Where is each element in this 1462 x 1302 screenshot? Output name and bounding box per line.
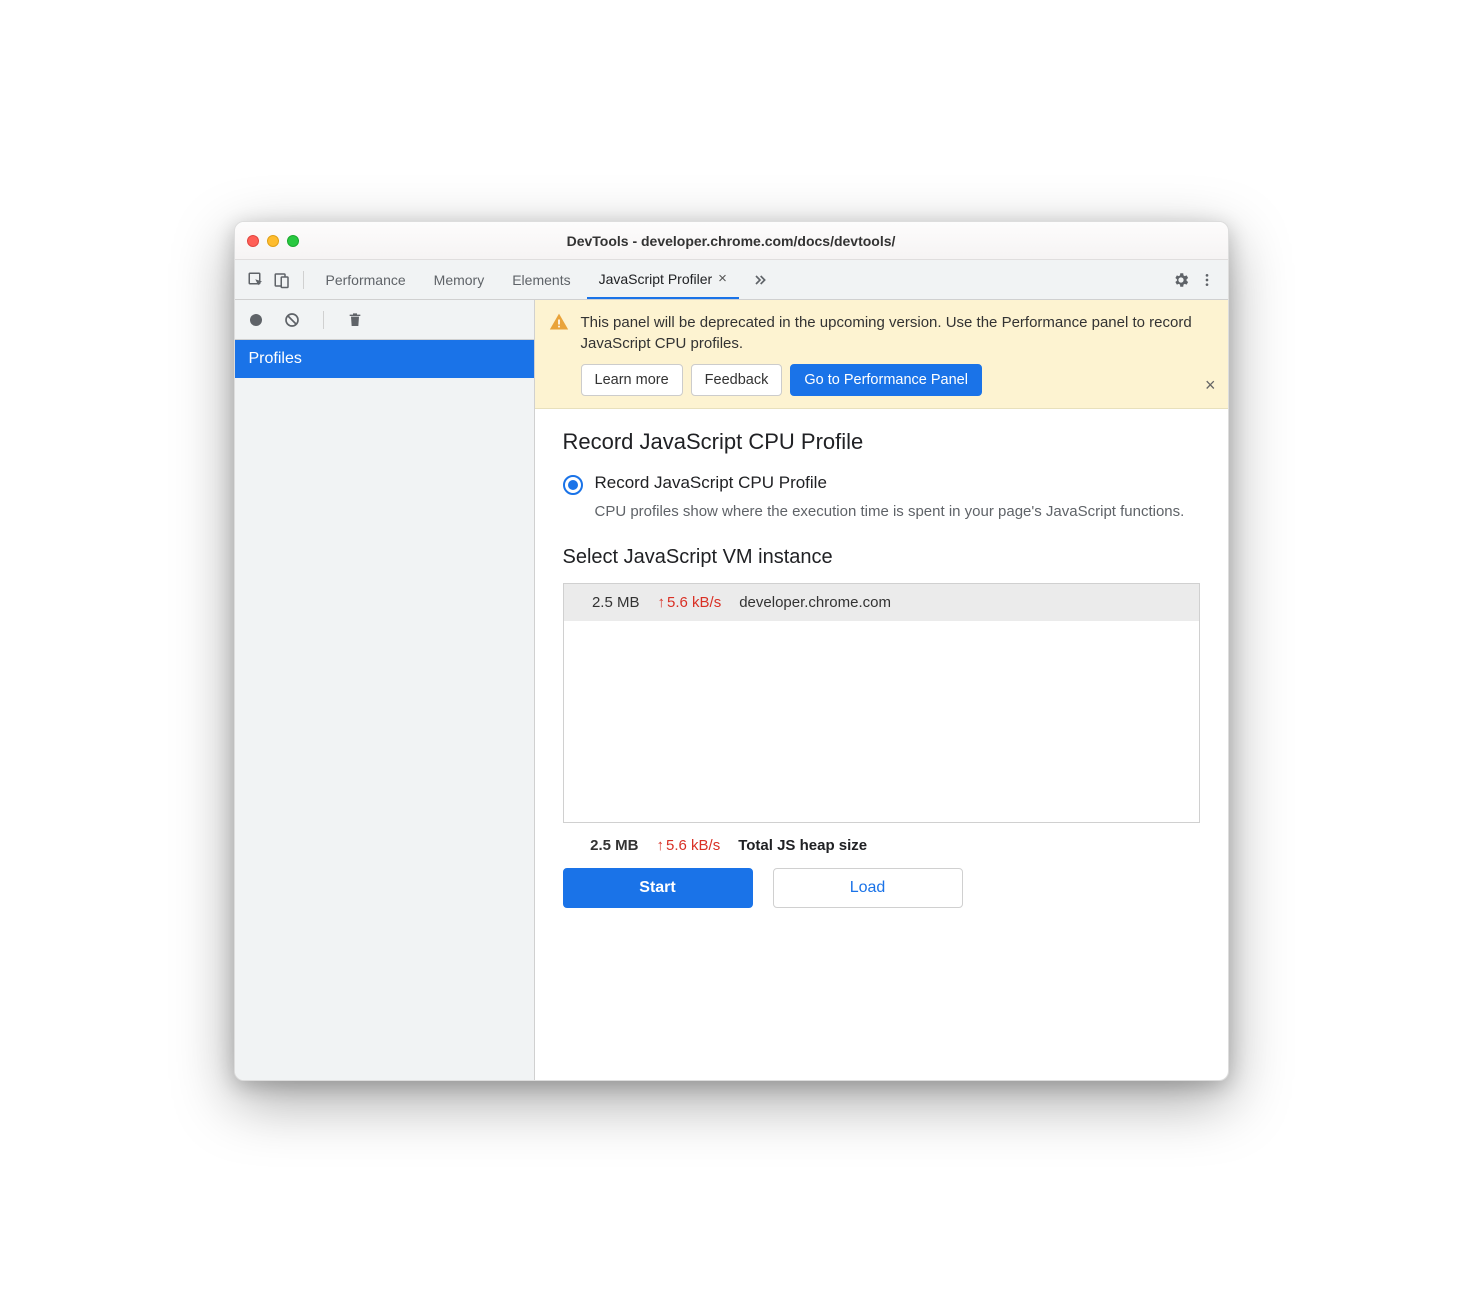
tabbar: Performance Memory Elements JavaScript P…	[235, 260, 1228, 300]
inspect-element-icon[interactable]	[245, 269, 267, 291]
total-label: Total JS heap size	[738, 837, 867, 854]
sidebar-item-profiles[interactable]: Profiles	[235, 340, 534, 378]
banner-text: This panel will be deprecated in the upc…	[581, 312, 1214, 354]
sidebar-item-label: Profiles	[249, 350, 302, 367]
radio-label: Record JavaScript CPU Profile	[595, 473, 827, 493]
total-rate-value: 5.6 kB/s	[666, 837, 720, 854]
radio-button[interactable]	[563, 475, 583, 495]
warning-icon	[549, 312, 569, 396]
tab-performance[interactable]: Performance	[314, 260, 418, 299]
vm-instance-row[interactable]: 2.5 MB ↑5.6 kB/s developer.chrome.com	[564, 584, 1199, 621]
deprecation-banner: This panel will be deprecated in the upc…	[535, 300, 1228, 409]
feedback-button[interactable]: Feedback	[691, 364, 783, 396]
main-panel: This panel will be deprecated in the upc…	[535, 300, 1228, 1080]
arrow-up-icon: ↑	[657, 837, 665, 854]
block-icon[interactable]	[281, 309, 303, 331]
separator	[323, 311, 324, 329]
start-button[interactable]: Start	[563, 868, 753, 908]
total-size: 2.5 MB	[579, 837, 639, 854]
sidebar-toolbar	[235, 300, 534, 340]
tab-elements[interactable]: Elements	[500, 260, 582, 299]
window-title: DevTools - developer.chrome.com/docs/dev…	[235, 233, 1228, 249]
devtools-window: DevTools - developer.chrome.com/docs/dev…	[234, 221, 1229, 1081]
settings-gear-icon[interactable]	[1170, 269, 1192, 291]
sidebar: Profiles	[235, 300, 535, 1080]
trash-icon[interactable]	[344, 309, 366, 331]
device-toolbar-icon[interactable]	[271, 269, 293, 291]
tab-label: JavaScript Profiler	[599, 271, 713, 287]
profile-type-option[interactable]: Record JavaScript CPU Profile	[563, 473, 1200, 495]
vm-host: developer.chrome.com	[739, 594, 891, 611]
kebab-menu-icon[interactable]	[1196, 269, 1218, 291]
total-rate: ↑5.6 kB/s	[657, 837, 721, 854]
vm-totals: 2.5 MB ↑5.6 kB/s Total JS heap size	[563, 823, 1200, 868]
vm-size: 2.5 MB	[580, 594, 640, 611]
go-to-performance-button[interactable]: Go to Performance Panel	[790, 364, 982, 396]
profiler-panel: Record JavaScript CPU Profile Record Jav…	[535, 409, 1228, 1080]
separator	[303, 271, 304, 289]
vm-rate-value: 5.6 kB/s	[667, 594, 721, 611]
titlebar: DevTools - developer.chrome.com/docs/dev…	[235, 222, 1228, 260]
load-button[interactable]: Load	[773, 868, 963, 908]
tab-memory[interactable]: Memory	[422, 260, 497, 299]
content: Profiles This panel will be deprecated i…	[235, 300, 1228, 1080]
learn-more-button[interactable]: Learn more	[581, 364, 683, 396]
vm-instance-list: 2.5 MB ↑5.6 kB/s developer.chrome.com	[563, 583, 1200, 823]
close-tab-icon[interactable]: ×	[718, 270, 727, 287]
banner-body: This panel will be deprecated in the upc…	[581, 312, 1214, 396]
arrow-up-icon: ↑	[658, 594, 666, 611]
panel-heading: Record JavaScript CPU Profile	[563, 429, 1200, 455]
tab-label: Elements	[512, 272, 570, 288]
banner-buttons: Learn more Feedback Go to Performance Pa…	[581, 364, 1214, 396]
close-banner-icon[interactable]: ×	[1205, 375, 1216, 396]
tab-label: Memory	[434, 272, 485, 288]
more-tabs-icon[interactable]	[749, 269, 771, 291]
radio-description: CPU profiles show where the execution ti…	[595, 501, 1200, 522]
tab-label: Performance	[326, 272, 406, 288]
tab-javascript-profiler[interactable]: JavaScript Profiler ×	[587, 260, 739, 299]
record-icon[interactable]	[245, 309, 267, 331]
vm-rate: ↑5.6 kB/s	[658, 594, 722, 611]
vm-heading: Select JavaScript VM instance	[563, 546, 1200, 569]
action-row: Start Load	[563, 868, 1200, 918]
